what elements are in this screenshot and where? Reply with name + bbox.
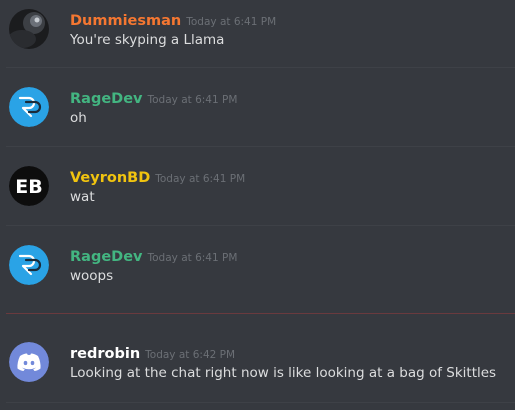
message-text: Looking at the chat right now is like lo… <box>70 365 497 381</box>
message: EB VeyronBD Today at 6:41 PM wat <box>0 166 515 224</box>
message-header: VeyronBD Today at 6:41 PM <box>70 167 245 186</box>
user-avatar-veyronbd[interactable]: EB <box>9 166 49 206</box>
message-divider <box>6 225 515 226</box>
message-text: wat <box>70 189 95 205</box>
message-timestamp: Today at 6:42 PM <box>145 349 236 361</box>
message-timestamp: Today at 6:41 PM <box>186 16 277 28</box>
message-header: Dummiesman Today at 6:41 PM <box>70 10 276 29</box>
message-header: redrobin Today at 6:42 PM <box>70 343 235 362</box>
message-timestamp: Today at 6:41 PM <box>155 173 246 185</box>
message-header: RageDev Today at 6:41 PM <box>70 246 237 265</box>
user-avatar-redrobin[interactable] <box>9 342 49 382</box>
message: RageDev Today at 6:41 PM woops <box>0 245 515 303</box>
message-text: You're skyping a Llama <box>70 32 225 48</box>
discord-logo-icon <box>9 342 49 382</box>
user-avatar-ragedev[interactable] <box>9 87 49 127</box>
message: Dummiesman Today at 6:41 PM You're skypin… <box>0 9 515 67</box>
message-divider <box>6 402 515 403</box>
author-name[interactable]: Dummiesman <box>70 13 181 29</box>
author-name[interactable]: RageDev <box>70 91 143 107</box>
message-text: woops <box>70 268 114 284</box>
eb-logo-icon: EB <box>9 166 49 206</box>
message-divider <box>6 146 515 147</box>
avatar-initials: EB <box>15 176 42 198</box>
message: redrobin Today at 6:42 PM Looking at the … <box>0 342 515 400</box>
dark-photo-avatar-icon <box>9 9 49 49</box>
rp-logo-icon <box>9 245 49 285</box>
message-timestamp: Today at 6:41 PM <box>147 252 238 264</box>
author-name[interactable]: RageDev <box>70 249 143 265</box>
chat-messages: Dummiesman Today at 6:41 PM You're skypin… <box>0 0 515 410</box>
user-avatar-dummiesman[interactable] <box>9 9 49 49</box>
new-messages-divider <box>6 313 515 314</box>
message-timestamp: Today at 6:41 PM <box>147 94 238 106</box>
rp-logo-icon <box>9 87 49 127</box>
message-text: oh <box>70 110 87 126</box>
message-header: RageDev Today at 6:41 PM <box>70 88 237 107</box>
author-name[interactable]: redrobin <box>70 346 140 362</box>
user-avatar-ragedev[interactable] <box>9 245 49 285</box>
author-name[interactable]: VeyronBD <box>70 170 150 186</box>
message-divider <box>6 67 515 68</box>
message: RageDev Today at 6:41 PM oh <box>0 87 515 145</box>
